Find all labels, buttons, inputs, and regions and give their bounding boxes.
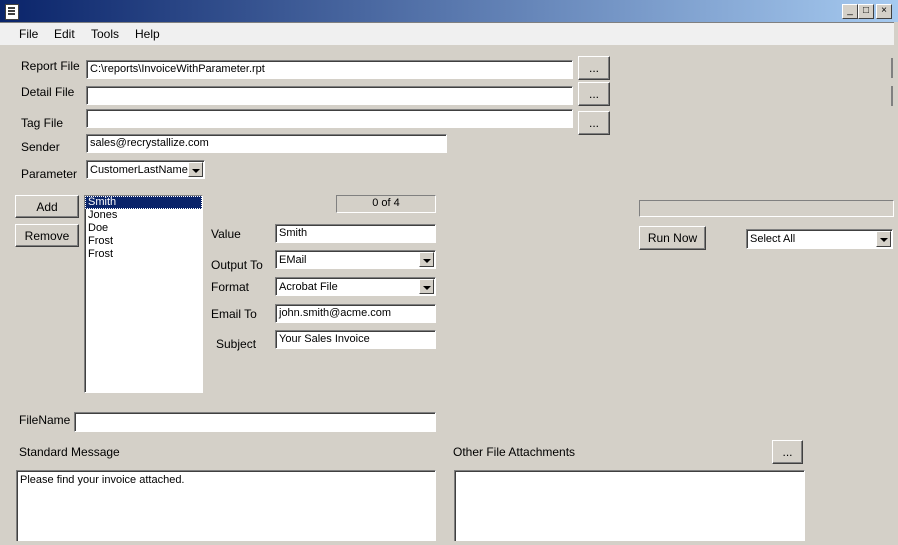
filename-input[interactable] (74, 412, 436, 432)
output-to-select[interactable]: EMail (275, 250, 436, 269)
attachments-listbox[interactable] (454, 470, 805, 545)
maximize-button[interactable]: □ (858, 4, 874, 19)
list-item[interactable]: Smith (85, 196, 202, 209)
scrollbar-edge[interactable] (891, 86, 893, 106)
format-select[interactable]: Acrobat File (275, 277, 436, 296)
report-file-browse-button[interactable]: ... (578, 56, 610, 80)
menu-help[interactable]: Help (135, 27, 160, 41)
report-file-label: Report File (21, 59, 80, 73)
select-all-select[interactable]: Select All (746, 229, 893, 249)
tag-file-input[interactable] (86, 109, 573, 128)
format-select-value: Acrobat File (279, 281, 338, 293)
output-to-label: Output To (211, 258, 263, 272)
add-button[interactable]: Add (15, 195, 79, 218)
format-label: Format (211, 280, 250, 294)
standard-message-textarea[interactable]: Please find your invoice attached. (16, 470, 436, 545)
close-icon: × (881, 5, 887, 16)
scrollbar-edge[interactable] (891, 58, 893, 78)
tag-file-browse-button[interactable]: ... (578, 111, 610, 135)
value-label: Value (211, 227, 241, 241)
minimize-button[interactable]: _ (842, 4, 858, 19)
window-border-bottom (0, 541, 898, 545)
close-button[interactable]: × (876, 4, 892, 19)
title-bar[interactable]: _ □ × (0, 0, 898, 23)
attachments-browse-button[interactable]: ... (772, 440, 803, 464)
value-input[interactable]: Smith (275, 224, 436, 243)
filename-label: FileName (19, 413, 71, 427)
detail-file-label: Detail File (21, 85, 75, 99)
attachments-label: Other File Attachments (453, 445, 576, 459)
minimize-icon: _ (847, 5, 853, 16)
tag-file-label: Tag File (21, 116, 64, 130)
remove-button[interactable]: Remove (15, 224, 79, 247)
sender-label: Sender (21, 140, 60, 154)
email-to-input[interactable]: john.smith@acme.com (275, 304, 436, 323)
parameter-values-listbox[interactable]: Smith Jones Doe Frost Frost (84, 195, 203, 393)
menu-file[interactable]: File (19, 27, 38, 41)
chevron-down-icon[interactable] (419, 279, 434, 294)
detail-file-browse-button[interactable]: ... (578, 82, 610, 106)
select-all-select-value: Select All (750, 233, 796, 245)
window-border-right (894, 22, 898, 545)
chevron-down-icon[interactable] (188, 162, 203, 177)
standard-message-label: Standard Message (19, 445, 120, 459)
list-item[interactable]: Jones (85, 209, 202, 222)
run-now-button[interactable]: Run Now (639, 226, 706, 250)
app-document-icon[interactable] (5, 4, 19, 20)
parameter-label: Parameter (21, 167, 78, 181)
record-counter: 0 of 4 (336, 195, 436, 213)
detail-file-input[interactable] (86, 86, 573, 105)
email-to-label: Email To (211, 307, 257, 321)
chevron-down-icon[interactable] (876, 231, 891, 247)
list-item[interactable]: Frost (85, 248, 202, 261)
chevron-down-icon[interactable] (419, 252, 434, 267)
report-file-input[interactable]: C:\reports\InvoiceWithParameter.rpt (86, 60, 573, 79)
menu-bar: File Edit Tools Help (0, 23, 898, 46)
subject-input[interactable]: Your Sales Invoice (275, 330, 436, 349)
parameter-select[interactable]: CustomerLastName (86, 160, 205, 179)
parameter-select-value: CustomerLastName (90, 164, 188, 176)
output-to-select-value: EMail (279, 254, 307, 266)
subject-label: Subject (216, 337, 257, 351)
list-item[interactable]: Frost (85, 235, 202, 248)
list-item[interactable]: Doe (85, 222, 202, 235)
progress-bar (639, 200, 894, 217)
sender-input[interactable]: sales@recrystallize.com (86, 134, 447, 153)
maximize-icon: □ (862, 5, 870, 16)
menu-tools[interactable]: Tools (91, 27, 119, 41)
menu-edit[interactable]: Edit (54, 27, 75, 41)
